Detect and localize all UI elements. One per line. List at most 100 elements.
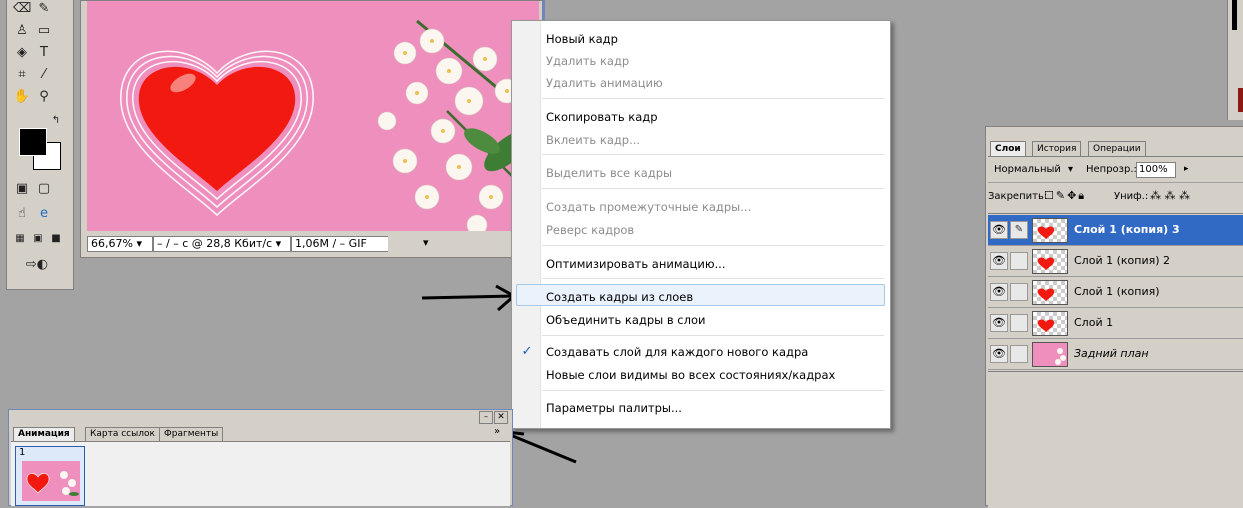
- file-size-dropdown[interactable]: ▾: [423, 236, 429, 249]
- menu-item-make-frames-from-layers[interactable]: Создать кадры из слоев: [546, 290, 693, 304]
- tab-layers[interactable]: Слои: [990, 141, 1026, 156]
- opacity-arrow[interactable]: ▸: [1184, 164, 1189, 174]
- menu-item-select-all-frames[interactable]: Выделить все кадры: [546, 166, 672, 180]
- animation-palette-menu: Новый кадр Удалить кадр Удалить анимацию…: [511, 20, 891, 429]
- brush-icon[interactable]: ✎: [1010, 221, 1028, 239]
- layer-name[interactable]: Задний план: [1074, 347, 1149, 360]
- crop-icon[interactable]: ⌗: [13, 66, 31, 84]
- eraser-icon[interactable]: ⌫: [13, 0, 31, 18]
- eye-icon[interactable]: 👁︎: [990, 252, 1008, 270]
- menu-item-flatten-frames-into-layers[interactable]: Объединить кадры в слои: [546, 313, 706, 327]
- layers-empty-area: [988, 371, 1243, 508]
- tab-history[interactable]: История: [1032, 141, 1082, 156]
- layer-name[interactable]: Слой 1 (копия) 2: [1074, 254, 1170, 267]
- zoom-icon[interactable]: ⚲: [35, 88, 53, 106]
- eye-icon[interactable]: 👁︎: [990, 283, 1008, 301]
- zoom-level-field[interactable]: 66,67% ▾: [87, 236, 153, 252]
- link-box[interactable]: [1010, 314, 1028, 332]
- download-speed-field[interactable]: – / – с @ 28,8 Кбит/с ▾: [153, 236, 291, 252]
- annotation-arrow-1: [421, 284, 517, 312]
- tab-actions[interactable]: Операции: [1088, 141, 1146, 156]
- std-mode-icon[interactable]: ▣: [13, 180, 31, 198]
- tab-slices[interactable]: Фрагменты: [159, 427, 224, 441]
- link-box[interactable]: [1010, 252, 1028, 270]
- foreground-color-swatch[interactable]: [19, 128, 47, 156]
- layer-name[interactable]: Слой 1: [1074, 316, 1113, 329]
- link-box[interactable]: [1010, 345, 1028, 363]
- layer-name[interactable]: Слой 1 (копия): [1074, 285, 1160, 298]
- hand-icon[interactable]: ✋: [13, 88, 31, 106]
- blend-mode-arrow[interactable]: ▾: [1068, 164, 1073, 175]
- frames-area: 1: [11, 441, 510, 506]
- menu-gutter: [512, 21, 541, 428]
- close-icon[interactable]: ✕: [494, 411, 508, 424]
- menu-item-tween[interactable]: Создать промежуточные кадры...: [546, 200, 751, 214]
- menu-item-copy-frame[interactable]: Скопировать кадр: [546, 110, 658, 124]
- imageready-icon[interactable]: ⇨◐: [17, 256, 57, 274]
- brush-tool-icon[interactable]: ✎: [35, 0, 53, 18]
- jump-icon[interactable]: ☝: [13, 205, 31, 223]
- unify-label: Униф.:: [1114, 191, 1149, 202]
- screen-mode-1-icon[interactable]: ▦: [11, 230, 29, 248]
- layers-panel: Слои История Операции Нормальный ▾ Непро…: [985, 126, 1243, 508]
- opacity-input[interactable]: 100%: [1136, 162, 1176, 178]
- tab-divider: [988, 156, 1243, 157]
- menu-separator: [542, 390, 884, 391]
- lock-icons[interactable]: ☐✎✥🔒︎: [1044, 189, 1086, 203]
- layer-name[interactable]: Слой 1 (копия) 3: [1074, 223, 1180, 236]
- eye-icon[interactable]: 👁︎: [990, 345, 1008, 363]
- side-panel-edge: [1227, 0, 1243, 120]
- unify-icons[interactable]: ⁂ ⁂ ⁂: [1150, 189, 1190, 202]
- screen-mode-2-icon[interactable]: ▣: [29, 230, 47, 248]
- layer-thumbnail: [1032, 342, 1068, 367]
- panel-fragment: [1238, 88, 1243, 112]
- panel-fragment: [1232, 0, 1237, 30]
- animation-panel: – ✕ Анимация Карта ссылок Фрагменты » 1: [8, 409, 513, 506]
- menu-separator: [542, 245, 884, 246]
- menu-item-delete-animation[interactable]: Удалить анимацию: [546, 76, 663, 90]
- menu-item-optimize-animation[interactable]: Оптимизировать анимацию...: [546, 257, 726, 271]
- minimize-icon[interactable]: –: [479, 411, 493, 424]
- link-box[interactable]: [1010, 283, 1028, 301]
- divider: [988, 213, 1243, 214]
- toolbox: ⌫ ✎ ♙ ▭ ◈ T ⌗ ⁄ ✋ ⚲ ↰ ▣ ▢ ☝ e ▦ ▣ ■ ⇨◐: [6, 0, 74, 290]
- type-icon[interactable]: T: [35, 44, 53, 62]
- frame-thumbnail[interactable]: 1: [15, 446, 85, 506]
- swap-colors-icon[interactable]: ↰: [47, 112, 65, 130]
- tab-image-map[interactable]: Карта ссылок: [85, 427, 160, 441]
- heart-image: [120, 19, 539, 231]
- stamp-icon[interactable]: ♙: [13, 22, 31, 40]
- file-size-field[interactable]: 1,06M / – GIF: [291, 236, 388, 252]
- menu-item-palette-options[interactable]: Параметры палитры...: [546, 401, 682, 415]
- blend-mode-select[interactable]: Нормальный: [994, 164, 1061, 175]
- document-status-bar: 66,67% ▾ – / – с @ 28,8 Кбит/с ▾ 1,06M /…: [87, 234, 539, 252]
- menu-item-paste-frame[interactable]: Вклеить кадр...: [546, 133, 640, 147]
- layer-row[interactable]: 👁︎ Слой 1 (копия) 2: [988, 246, 1243, 277]
- image-canvas[interactable]: [87, 1, 539, 231]
- frame-number: 1: [19, 447, 26, 458]
- eyedropper-icon[interactable]: ⁄: [35, 66, 53, 84]
- eye-icon[interactable]: 👁︎: [990, 221, 1008, 239]
- menu-item-create-layer-per-frame[interactable]: Создавать слой для каждого нового кадра: [546, 345, 808, 359]
- menu-item-new-frame[interactable]: Новый кадр: [546, 32, 618, 46]
- tab-animation[interactable]: Анимация: [13, 427, 75, 441]
- menu-separator: [542, 154, 884, 155]
- screen-mode-3-icon[interactable]: ■: [47, 230, 65, 248]
- layer-thumbnail: [1032, 311, 1068, 336]
- eye-icon[interactable]: 👁︎: [990, 314, 1008, 332]
- browser-icon[interactable]: e: [35, 205, 53, 223]
- quickmask-icon[interactable]: ▢: [35, 180, 53, 198]
- layer-row[interactable]: 👁︎ ✎ Слой 1 (копия) 3: [988, 215, 1243, 246]
- bucket-icon[interactable]: ◈: [13, 44, 31, 62]
- document-window: 66,67% ▾ – / – с @ 28,8 Кбит/с ▾ 1,06M /…: [80, 0, 545, 258]
- layer-row[interactable]: 👁︎ Слой 1: [988, 308, 1243, 339]
- layer-row[interactable]: 👁︎ Задний план: [988, 339, 1243, 370]
- menu-item-new-layers-visible[interactable]: Новые слои видимы во всех состояниях/кад…: [546, 368, 835, 382]
- palette-menu-button[interactable]: »: [494, 426, 500, 437]
- menu-item-delete-frame[interactable]: Удалить кадр: [546, 54, 629, 68]
- layer-row[interactable]: 👁︎ Слой 1 (копия): [988, 277, 1243, 308]
- menu-separator: [542, 335, 884, 336]
- menu-item-reverse-frames[interactable]: Реверс кадров: [546, 223, 634, 237]
- rect-icon[interactable]: ▭: [35, 22, 53, 40]
- frame-preview: [22, 461, 80, 501]
